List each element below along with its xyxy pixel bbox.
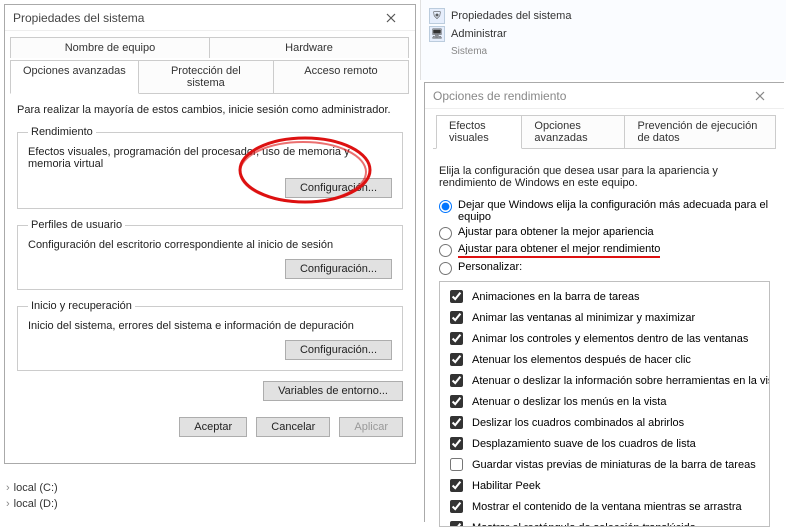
- radio-let-windows-choose-input[interactable]: [439, 200, 452, 213]
- visual-effect-checkbox[interactable]: [450, 353, 463, 366]
- visual-effect-checkbox[interactable]: [450, 416, 463, 429]
- radio-best-performance[interactable]: Ajustar para obtener el mejor rendimient…: [439, 243, 770, 258]
- visual-effect-label: Atenuar o deslizar los menús en la vista: [472, 396, 666, 408]
- visual-effect-label: Guardar vistas previas de miniaturas de …: [472, 459, 756, 471]
- user-profiles-settings-button[interactable]: Configuración...: [285, 259, 392, 279]
- visual-effect-option[interactable]: Habilitar Peek: [446, 475, 763, 496]
- visual-effect-option[interactable]: Atenuar o deslizar la información sobre …: [446, 370, 763, 391]
- system-properties-titlebar: Propiedades del sistema: [5, 5, 415, 31]
- radio-custom-input[interactable]: [439, 262, 452, 275]
- ok-button[interactable]: Aceptar: [179, 417, 247, 437]
- visual-effect-checkbox[interactable]: [450, 437, 463, 450]
- tab-hardware[interactable]: Hardware: [209, 37, 409, 58]
- visual-effect-checkbox[interactable]: [450, 395, 463, 408]
- visual-effect-label: Atenuar o deslizar la información sobre …: [472, 375, 770, 387]
- visual-effect-option[interactable]: Animar las ventanas al minimizar y maxim…: [446, 307, 763, 328]
- visual-effect-option[interactable]: Deslizar los cuadros combinados al abrir…: [446, 412, 763, 433]
- visual-effect-option[interactable]: Animar los controles y elementos dentro …: [446, 328, 763, 349]
- close-button[interactable]: [742, 86, 778, 106]
- bg-section-label: Sistema: [451, 46, 778, 57]
- visual-effect-label: Deslizar los cuadros combinados al abrir…: [472, 417, 684, 429]
- group-performance-legend: Rendimiento: [28, 126, 96, 138]
- tab-advanced[interactable]: Opciones avanzadas: [521, 115, 625, 148]
- performance-desc: Elija la configuración que desea usar pa…: [439, 165, 770, 189]
- group-startup-recovery-legend: Inicio y recuperación: [28, 300, 135, 312]
- chevron-right-icon: ›: [6, 482, 10, 494]
- annotation-red-underline: Ajustar para obtener el mejor rendimient…: [458, 243, 660, 258]
- drive-d-item[interactable]: › local (D:): [6, 496, 100, 512]
- visual-effect-checkbox[interactable]: [450, 521, 463, 527]
- system-properties-title: Propiedades del sistema: [13, 11, 144, 25]
- close-icon: [755, 91, 765, 101]
- radio-best-appearance[interactable]: Ajustar para obtener la mejor apariencia: [439, 226, 770, 240]
- tab-advanced-options[interactable]: Opciones avanzadas: [10, 60, 139, 94]
- visual-effect-label: Mostrar el contenido de la ventana mient…: [472, 501, 742, 513]
- visual-effect-label: Animar los controles y elementos dentro …: [472, 333, 748, 345]
- visual-effect-option[interactable]: Atenuar los elementos después de hacer c…: [446, 349, 763, 370]
- visual-effect-checkbox[interactable]: [450, 500, 463, 513]
- visual-effect-option[interactable]: Atenuar o deslizar los menús en la vista: [446, 391, 763, 412]
- background-system-panel: ⛨ Propiedades del sistema 🖥 Administrar …: [420, 0, 786, 80]
- group-startup-recovery: Inicio y recuperación Inicio del sistema…: [17, 300, 403, 371]
- bg-link-label: Propiedades del sistema: [451, 10, 571, 22]
- performance-options-dialog: Opciones de rendimiento Efectos visuales…: [424, 82, 784, 522]
- group-user-profiles-desc: Configuración del escritorio correspondi…: [28, 239, 392, 251]
- visual-effect-label: Animar las ventanas al minimizar y maxim…: [472, 312, 695, 324]
- radio-best-performance-input[interactable]: [439, 244, 452, 257]
- performance-settings-button[interactable]: Configuración...: [285, 178, 392, 198]
- group-user-profiles-legend: Perfiles de usuario: [28, 219, 125, 231]
- environment-variables-button[interactable]: Variables de entorno...: [263, 381, 403, 401]
- performance-options-title: Opciones de rendimiento: [433, 89, 566, 103]
- drive-c-item[interactable]: › local (C:): [6, 480, 100, 496]
- apply-button[interactable]: Aplicar: [339, 417, 403, 437]
- bg-link-system-properties[interactable]: ⛨ Propiedades del sistema: [429, 8, 778, 24]
- close-icon: [386, 13, 396, 23]
- chevron-right-icon: ›: [6, 498, 10, 510]
- computer-icon: 🖥: [429, 26, 445, 42]
- visual-effect-label: Animaciones en la barra de tareas: [472, 291, 640, 303]
- shield-icon: ⛨: [429, 8, 445, 24]
- cancel-button[interactable]: Cancelar: [256, 417, 330, 437]
- visual-effect-checkbox[interactable]: [450, 479, 463, 492]
- visual-effect-checkbox[interactable]: [450, 458, 463, 471]
- group-performance: Rendimiento Efectos visuales, programaci…: [17, 126, 403, 209]
- visual-effect-checkbox[interactable]: [450, 290, 463, 303]
- visual-effect-option[interactable]: Mostrar el rectángulo de selección trans…: [446, 517, 763, 527]
- radio-let-windows-choose[interactable]: Dejar que Windows elija la configuración…: [439, 199, 770, 223]
- explorer-fragment: › local (C:) › local (D:): [0, 480, 100, 512]
- visual-effects-checklist[interactable]: Animaciones en la barra de tareas Animar …: [439, 281, 770, 527]
- visual-effect-label: Atenuar los elementos después de hacer c…: [472, 354, 691, 366]
- radio-custom[interactable]: Personalizar:: [439, 261, 770, 275]
- visual-effect-checkbox[interactable]: [450, 332, 463, 345]
- visual-effect-option[interactable]: Guardar vistas previas de miniaturas de …: [446, 454, 763, 475]
- startup-recovery-settings-button[interactable]: Configuración...: [285, 340, 392, 360]
- visual-effect-label: Habilitar Peek: [472, 480, 540, 492]
- system-properties-dialog: Propiedades del sistema Nombre de equipo…: [4, 4, 416, 464]
- visual-effect-option[interactable]: Desplazamiento suave de los cuadros de l…: [446, 433, 763, 454]
- tab-dep[interactable]: Prevención de ejecución de datos: [624, 115, 776, 148]
- radio-best-appearance-input[interactable]: [439, 227, 452, 240]
- visual-effect-checkbox[interactable]: [450, 311, 463, 324]
- bg-link-label: Administrar: [451, 28, 507, 40]
- bg-link-manage[interactable]: 🖥 Administrar: [429, 26, 778, 42]
- close-button[interactable]: [373, 8, 409, 28]
- tab-system-protection[interactable]: Protección del sistema: [138, 60, 274, 93]
- visual-effect-option[interactable]: Mostrar el contenido de la ventana mient…: [446, 496, 763, 517]
- tab-computer-name[interactable]: Nombre de equipo: [10, 37, 210, 58]
- tab-visual-effects[interactable]: Efectos visuales: [436, 115, 522, 149]
- group-performance-desc: Efectos visuales, programación del proce…: [28, 146, 392, 170]
- visual-effect-label: Mostrar el rectángulo de selección trans…: [472, 522, 696, 527]
- visual-effect-label: Desplazamiento suave de los cuadros de l…: [472, 438, 696, 450]
- admin-hint: Para realizar la mayoría de estos cambio…: [17, 104, 403, 116]
- visual-effect-checkbox[interactable]: [450, 374, 463, 387]
- visual-effect-option[interactable]: Animaciones en la barra de tareas: [446, 286, 763, 307]
- group-startup-recovery-desc: Inicio del sistema, errores del sistema …: [28, 320, 392, 332]
- group-user-profiles: Perfiles de usuario Configuración del es…: [17, 219, 403, 290]
- tab-remote-access[interactable]: Acceso remoto: [273, 60, 409, 93]
- performance-options-titlebar: Opciones de rendimiento: [425, 83, 784, 109]
